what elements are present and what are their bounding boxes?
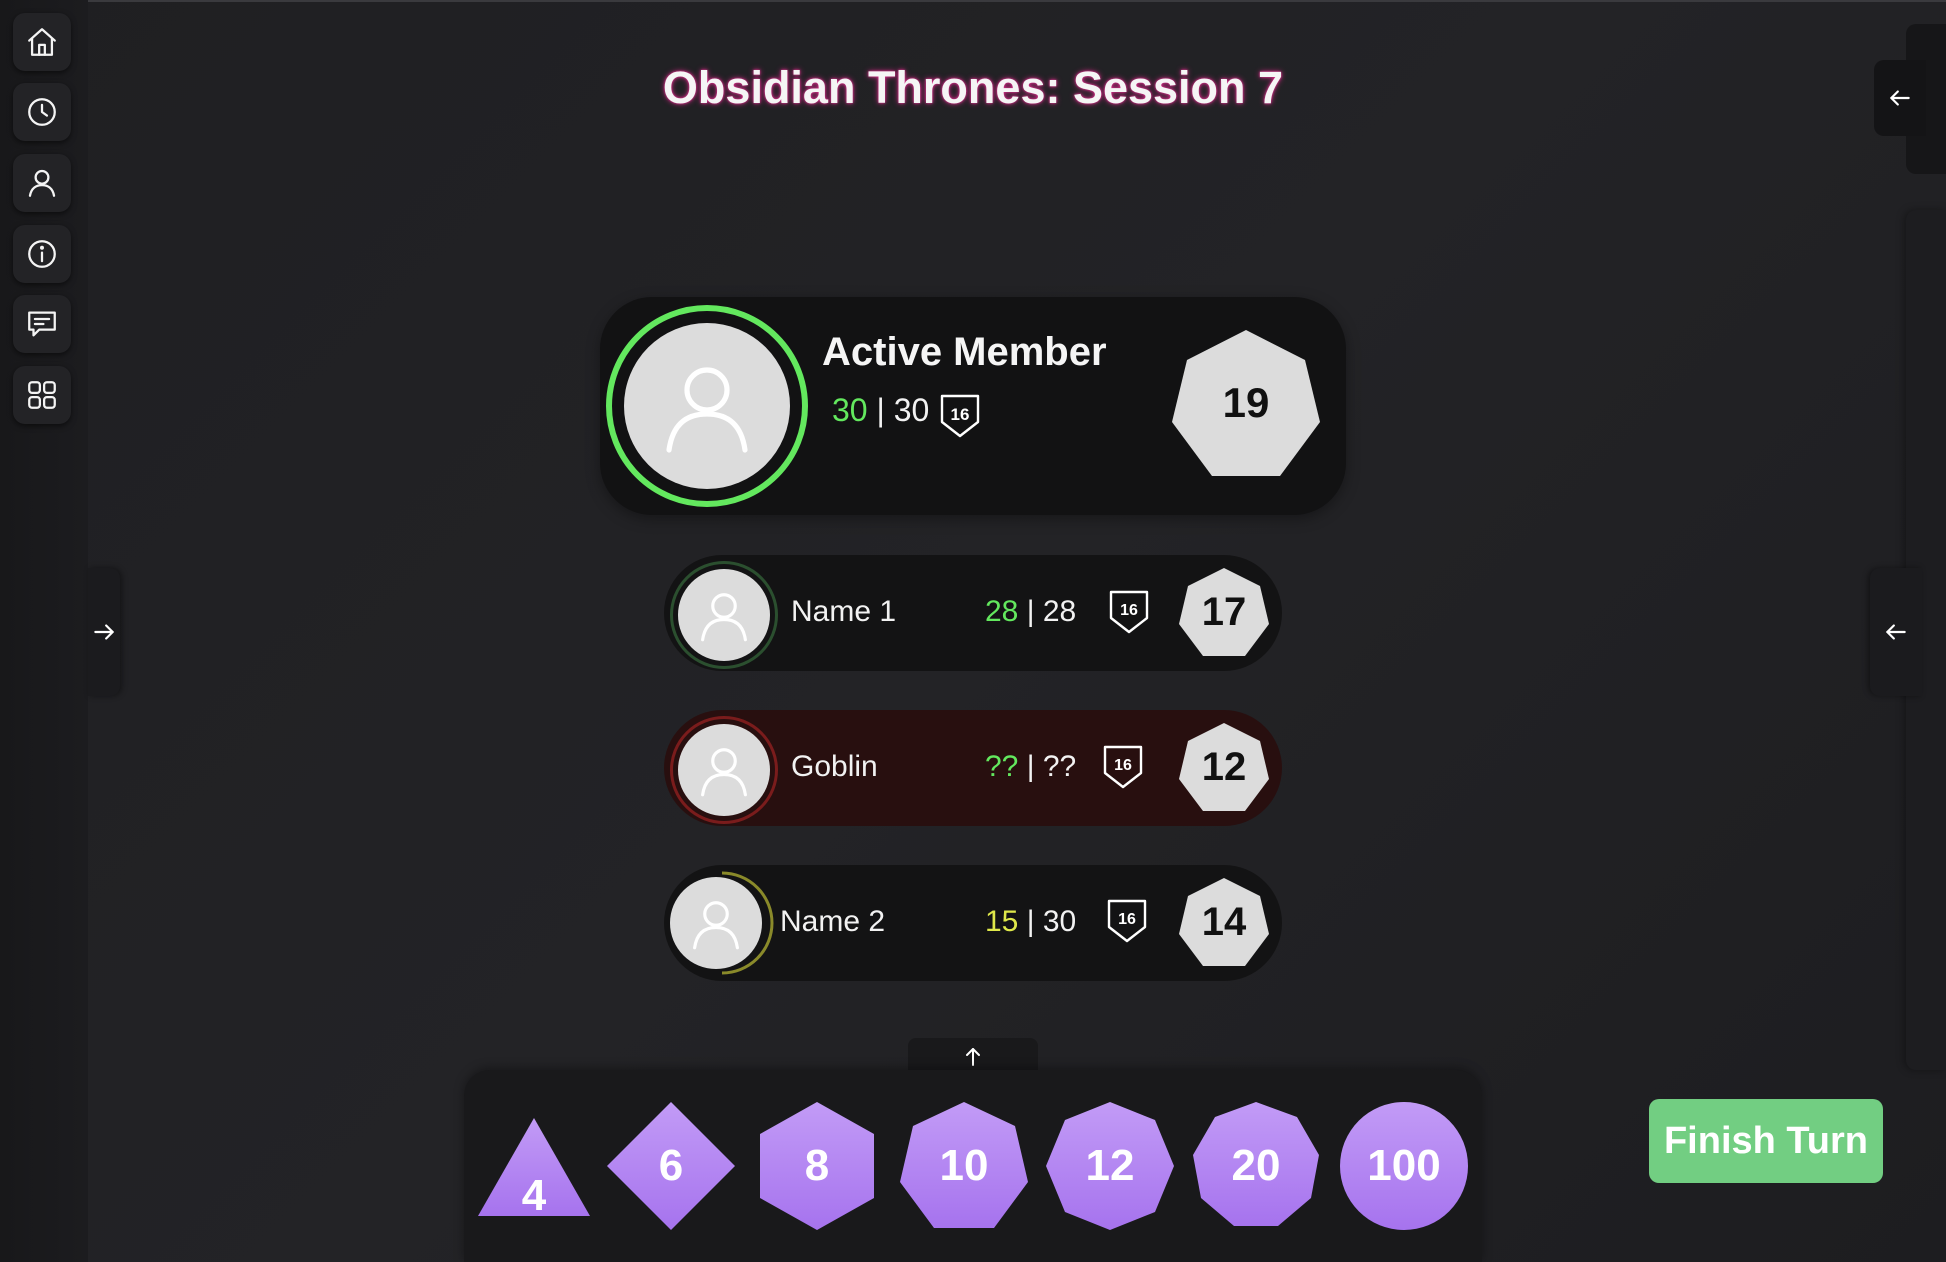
combatant-hp: 15 | 30 <box>985 905 1076 939</box>
user-icon <box>693 901 739 950</box>
combatant-hp: ?? | ?? <box>985 750 1076 784</box>
active-hp-current: 30 <box>832 392 868 428</box>
d4-button[interactable]: 4 <box>476 1116 592 1220</box>
hp-current: ?? <box>985 750 1019 783</box>
die-label: 6 <box>658 1141 684 1190</box>
hp-max: 28 <box>1042 595 1077 628</box>
hp-separator: | <box>1018 750 1043 783</box>
die-label: 100 <box>1367 1141 1441 1190</box>
active-hp-max: 30 <box>893 392 930 428</box>
armor-class-badge: 16 <box>1102 744 1144 790</box>
active-hp: 30 | 30 <box>832 392 929 429</box>
hp-current: 28 <box>985 595 1019 628</box>
profile-button[interactable] <box>13 154 71 212</box>
active-member-name: Active Member <box>822 330 1107 374</box>
grid-icon <box>28 381 56 409</box>
arrow-right-icon <box>94 624 114 640</box>
die-label: 8 <box>804 1141 830 1190</box>
arrow-up-icon <box>966 1048 980 1066</box>
die-label: 12 <box>1085 1141 1135 1190</box>
hp-separator: | <box>867 392 894 428</box>
finish-turn-button[interactable]: Finish Turn <box>1649 1099 1883 1183</box>
armor-class-badge: 16 <box>1106 898 1148 944</box>
armor-class-badge: 16 <box>1108 589 1150 635</box>
user-icon <box>701 593 747 642</box>
info-button[interactable] <box>13 225 71 283</box>
d100-button[interactable]: 100 <box>1338 1100 1470 1232</box>
combatant-name: Name 1 <box>791 595 897 628</box>
armor-class-value: 16 <box>1120 602 1138 619</box>
expand-left-panel-tab[interactable] <box>88 568 120 696</box>
initiative-value: 17 <box>1201 589 1247 634</box>
left-sidebar <box>0 0 88 1262</box>
armor-class-value: 16 <box>950 405 970 424</box>
die-label: 4 <box>521 1171 547 1220</box>
initiative-badge: 14 <box>1178 877 1270 967</box>
initiative-badge: 12 <box>1178 722 1270 812</box>
initiative-value: 14 <box>1201 899 1247 944</box>
armor-class-value: 16 <box>1118 911 1136 928</box>
hp-separator: | <box>1018 905 1043 938</box>
user-icon <box>28 169 56 197</box>
arrow-left-icon <box>1886 624 1906 640</box>
die-label: 10 <box>939 1141 989 1190</box>
hp-max: ?? <box>1042 750 1077 783</box>
grid-button[interactable] <box>13 366 71 424</box>
expand-right-panel-tab[interactable] <box>1870 568 1922 696</box>
active-avatar <box>624 323 790 489</box>
d20-button[interactable]: 20 <box>1190 1100 1322 1232</box>
initiative-value: 12 <box>1201 744 1247 789</box>
armor-class-badge: 16 <box>938 392 982 440</box>
page-title: Obsidian Thrones: Session 7 <box>662 62 1284 113</box>
chat-button[interactable] <box>13 295 71 353</box>
home-icon <box>28 28 56 56</box>
die-label: 20 <box>1231 1141 1281 1190</box>
top-border <box>0 0 1946 2</box>
initiative-value: 19 <box>1222 379 1270 426</box>
combatant-hp: 28 | 28 <box>985 595 1076 629</box>
armor-class-value: 16 <box>1114 757 1132 774</box>
combatant-name: Name 2 <box>780 905 886 938</box>
combatant-name: Goblin <box>791 750 878 783</box>
d10-button[interactable]: 10 <box>898 1100 1030 1232</box>
initiative-badge: 17 <box>1178 567 1270 657</box>
active-initiative: 19 <box>1170 328 1322 478</box>
info-icon <box>28 240 56 268</box>
hp-current: 15 <box>985 905 1019 938</box>
user-icon <box>701 748 747 797</box>
chat-icon <box>28 311 56 337</box>
hp-max: 30 <box>1042 905 1077 938</box>
avatar <box>670 877 762 969</box>
d8-button[interactable]: 8 <box>758 1100 876 1232</box>
avatar <box>678 569 770 661</box>
user-icon <box>666 367 748 453</box>
d6-button[interactable]: 6 <box>605 1100 737 1232</box>
hp-separator: | <box>1018 595 1043 628</box>
d12-button[interactable]: 12 <box>1044 1100 1176 1232</box>
avatar <box>678 724 770 816</box>
